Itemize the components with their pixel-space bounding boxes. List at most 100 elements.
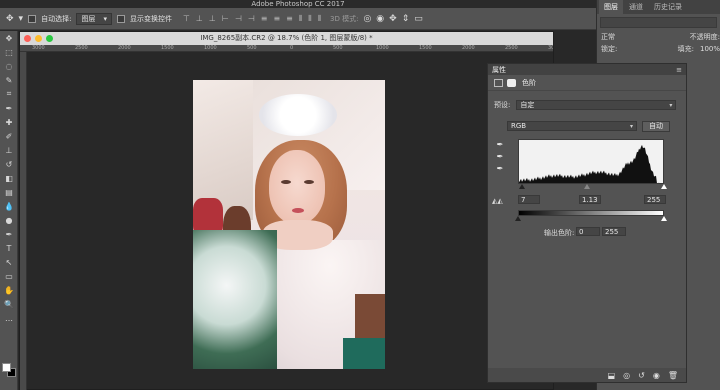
3d-video-icon[interactable]: ▭ (414, 14, 423, 24)
auto-select-value: 图层 (81, 14, 96, 23)
white-point-eyedropper-icon[interactable]: ✒ (494, 164, 506, 176)
reset-icon[interactable]: ↺ (638, 371, 645, 380)
clone-stamp-icon[interactable]: ⊥ (0, 143, 18, 157)
distribute-icon[interactable]: ⫴ (318, 14, 321, 24)
tab-channels[interactable]: 通道 (624, 0, 648, 14)
photo-green-box (343, 338, 385, 369)
align-bottom-icon[interactable]: ⊥ (209, 14, 216, 24)
eyedropper-icon[interactable]: ✒ (0, 101, 18, 115)
align-center-icon[interactable]: ⊣ (235, 14, 242, 24)
properties-panel: 属性 ≡ 色阶 预设: 自定 ▾ RGB ▾ 自动 ✒ ✒ ✒ ◭◭ 7 1.1… (487, 63, 687, 383)
document-title-bar: IMG_8265副本.CR2 @ 18.7% (色阶 1, 图层蒙版/8) * (20, 32, 553, 45)
ruler-tick: 2000 (462, 45, 475, 51)
properties-header: 色阶 (488, 75, 686, 91)
horizontal-ruler[interactable]: 3000 2500 2000 1500 1000 500 0 500 1000 … (20, 45, 553, 52)
quick-select-icon[interactable]: ✎ (0, 73, 18, 87)
ruler-tick: 2000 (118, 45, 131, 51)
photo-gift-box (355, 294, 385, 344)
eraser-icon[interactable]: ◧ (0, 171, 18, 185)
output-white-handle[interactable] (661, 216, 667, 221)
canvas-area[interactable] (27, 52, 553, 389)
distribute-icon[interactable]: ≡ (286, 14, 293, 24)
align-right-icon[interactable]: ⊣ (248, 14, 255, 24)
auto-select-checkbox[interactable] (28, 14, 37, 23)
channel-dropdown[interactable]: RGB ▾ (507, 121, 637, 131)
foreground-color-swatch[interactable] (2, 363, 11, 372)
tab-history[interactable]: 历史记录 (649, 0, 687, 14)
gradient-icon[interactable]: ▤ (0, 185, 18, 199)
distribute-icon[interactable]: ⫴ (308, 14, 311, 24)
properties-title: 色阶 (522, 78, 536, 87)
properties-tab-bar: 属性 ≡ (488, 64, 686, 75)
crop-icon[interactable]: ⌗ (0, 87, 18, 101)
zoom-icon[interactable]: 🔍 (0, 297, 18, 311)
input-white-field[interactable]: 255 (644, 195, 666, 204)
input-slider[interactable] (518, 184, 667, 190)
distribute-icon[interactable]: ≡ (261, 14, 268, 24)
vertical-ruler[interactable] (20, 52, 27, 390)
trash-icon[interactable]: 🗑 (668, 371, 678, 380)
distribute-icon[interactable]: ≡ (273, 14, 280, 24)
shape-icon[interactable]: ▭ (0, 269, 18, 283)
view-previous-icon[interactable]: ◎ (623, 371, 630, 380)
visibility-eye-icon[interactable]: ◉ (653, 371, 660, 380)
app-title: Adobe Photoshop CC 2017 (251, 0, 345, 8)
levels-icon[interactable] (494, 78, 503, 87)
black-point-eyedropper-icon[interactable]: ✒ (494, 140, 506, 152)
tab-layers[interactable]: 图层 (599, 0, 623, 14)
history-brush-icon[interactable]: ↺ (0, 157, 18, 171)
ruler-tick: 3000 (32, 45, 45, 51)
distribute-icon[interactable]: ⫴ (299, 14, 302, 24)
marquee-icon[interactable]: ⬚ (0, 45, 18, 59)
healing-brush-icon[interactable]: ✚ (0, 115, 18, 129)
show-transform-checkbox[interactable] (116, 14, 125, 23)
move-tool-icon[interactable]: ✥ (6, 14, 14, 24)
input-white-handle[interactable] (661, 184, 667, 189)
3d-orbit-icon[interactable]: ◎ (363, 14, 371, 24)
3d-pan-icon[interactable]: ✥ (389, 14, 397, 24)
input-gamma-field[interactable]: 1.13 (579, 195, 601, 204)
more-tools-icon[interactable]: … (0, 311, 18, 325)
clipping-warning-icon[interactable]: ◭◭ (492, 197, 503, 205)
blend-mode-select[interactable]: 正常 (601, 32, 615, 42)
output-white-field[interactable]: 255 (602, 227, 626, 236)
show-transform-label: 显示变换控件 (129, 14, 172, 23)
color-swatches[interactable] (2, 363, 16, 377)
ruler-tick: 0 (290, 45, 294, 51)
chevron-down-icon[interactable]: ▾ (19, 14, 24, 24)
tab-properties[interactable]: 属性 (492, 65, 506, 75)
3d-roll-icon[interactable]: ◉ (376, 14, 384, 24)
lasso-icon[interactable]: ◌ (0, 59, 18, 73)
blur-icon[interactable]: 💧 (0, 199, 18, 213)
mask-icon[interactable] (507, 78, 516, 87)
align-left-icon[interactable]: ⊢ (222, 14, 229, 24)
preset-dropdown[interactable]: 自定 ▾ (516, 100, 677, 110)
auto-select-dropdown[interactable]: 图层 ▾ (76, 12, 112, 25)
input-black-handle[interactable] (519, 184, 525, 189)
output-black-field[interactable]: 0 (576, 227, 600, 236)
layer-filter-field[interactable] (600, 17, 717, 28)
input-black-field[interactable]: 7 (518, 195, 540, 204)
auto-button[interactable]: 自动 (642, 121, 670, 132)
preset-value: 自定 (520, 101, 535, 109)
move-icon[interactable]: ✥ (0, 31, 18, 45)
type-icon[interactable]: T (0, 241, 18, 255)
hand-icon[interactable]: ✋ (0, 283, 18, 297)
align-top-icon[interactable]: ⊤ (183, 14, 190, 24)
path-select-icon[interactable]: ↖ (0, 255, 18, 269)
output-slider[interactable] (515, 216, 667, 222)
clip-to-layer-icon[interactable]: ⬓ (608, 371, 616, 380)
panel-menu-icon[interactable]: ≡ (676, 66, 682, 74)
align-middle-icon[interactable]: ⊥ (196, 14, 203, 24)
pen-icon[interactable]: ✒ (0, 227, 18, 241)
channel-value: RGB (511, 122, 527, 130)
dodge-icon[interactable]: ● (0, 213, 18, 227)
input-gamma-handle[interactable] (583, 184, 590, 189)
gray-point-eyedropper-icon[interactable]: ✒ (494, 152, 506, 164)
brush-icon[interactable]: ✐ (0, 129, 18, 143)
fill-value[interactable]: 100% (700, 45, 720, 53)
3d-slide-icon[interactable]: ⇕ (402, 14, 410, 24)
output-black-handle[interactable] (515, 216, 521, 221)
preset-label: 预设: (494, 101, 511, 109)
photo-canvas[interactable] (193, 80, 385, 369)
